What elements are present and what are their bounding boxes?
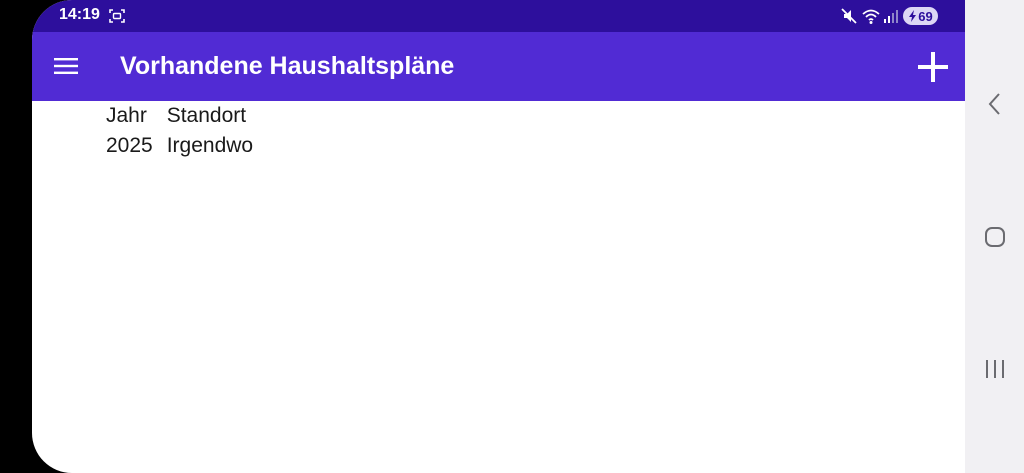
wifi-icon xyxy=(861,7,881,25)
table-cell-location[interactable]: Irgendwo xyxy=(167,131,253,161)
battery-indicator: 69 xyxy=(903,7,938,25)
hamburger-menu-icon[interactable] xyxy=(53,53,79,79)
table-cell-year[interactable]: 2025 xyxy=(106,131,153,161)
page-title: Vorhandene Haushaltspläne xyxy=(120,52,455,80)
signal-icon xyxy=(883,8,899,24)
app-bar: Vorhandene Haushaltspläne xyxy=(32,32,965,101)
charging-icon xyxy=(909,10,917,22)
app-screen: 14:19 69 Vorhandene Haushaltspläne Jahr … xyxy=(32,0,965,473)
column-header-location: Standort xyxy=(166,104,247,127)
status-bar: 14:19 69 xyxy=(32,0,965,32)
column-header-year: Jahr xyxy=(106,104,147,127)
status-time: 14:19 xyxy=(59,6,100,23)
budget-plans-table: Jahr Standort 2025 Irgendwo xyxy=(106,101,253,161)
recents-icon[interactable] xyxy=(983,358,1007,380)
mute-icon xyxy=(840,7,858,25)
back-icon[interactable] xyxy=(984,91,1006,117)
battery-level: 69 xyxy=(918,8,933,24)
home-icon[interactable] xyxy=(984,226,1006,248)
system-nav-bar xyxy=(965,0,1024,473)
add-plus-icon[interactable] xyxy=(916,50,950,84)
screenshot-icon xyxy=(109,8,125,24)
